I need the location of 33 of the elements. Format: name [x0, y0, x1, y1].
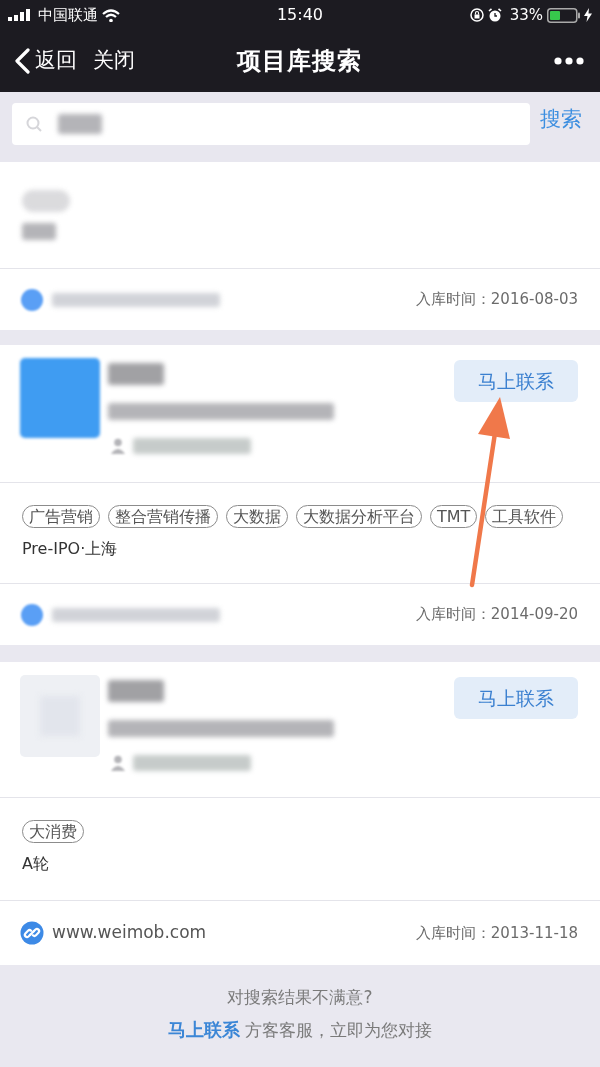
person-icon — [111, 755, 125, 771]
close-button[interactable]: 关闭 — [93, 48, 135, 74]
person-icon — [111, 438, 125, 454]
feedback-question: 对搜索结果不满意? — [226, 986, 374, 1009]
wifi-icon — [102, 8, 120, 22]
link-icon — [20, 921, 44, 945]
website-icon — [20, 287, 44, 312]
contact-button[interactable]: 马上联系 — [454, 360, 578, 402]
contact-link[interactable]: 马上联系 — [167, 1019, 240, 1040]
stage-location: Pre-IPO·上海 — [22, 538, 118, 560]
rotation-lock-icon — [469, 8, 484, 22]
website-icon — [20, 602, 44, 627]
charging-icon — [584, 8, 592, 22]
alarm-icon — [487, 8, 502, 22]
added-date: 入库时间：2014-09-20 — [415, 604, 578, 626]
chevron-left-icon — [14, 48, 31, 74]
added-date: 入库时间：2013-11-18 — [415, 922, 578, 944]
support-message: 马上联系 方客客服，立即为您对接 — [166, 1018, 434, 1042]
search-icon — [26, 116, 42, 132]
contact-button[interactable]: 马上联系 — [454, 677, 578, 719]
search-field[interactable] — [12, 103, 530, 145]
signal-icon — [8, 9, 30, 21]
stage-location: A轮 — [22, 853, 49, 875]
page-title: 项目库搜索 — [236, 46, 362, 77]
more-icon[interactable] — [554, 57, 584, 65]
search-button[interactable]: 搜索 — [538, 107, 584, 133]
battery-icon — [547, 7, 580, 23]
back-button[interactable]: 返回 — [14, 48, 77, 74]
clock-time: 15:40 — [276, 4, 324, 26]
carrier-name: 中国联通 — [38, 4, 98, 26]
battery-percent: 33% — [509, 4, 543, 26]
added-date: 入库时间：2016-08-03 — [415, 289, 578, 311]
website-link[interactable]: www.weimob.com — [52, 920, 207, 946]
